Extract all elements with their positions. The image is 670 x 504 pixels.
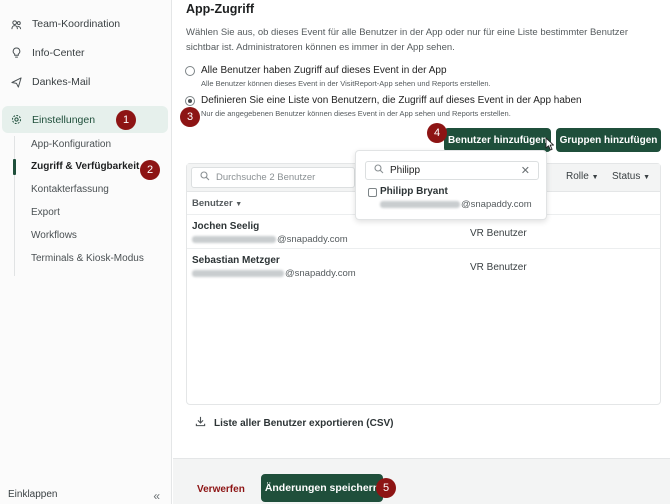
sidebar-item-einstellungen[interactable]: Einstellungen <box>2 106 168 133</box>
sidebar-item-label: Team-Koordination <box>32 18 121 30</box>
email-domain: @snapaddy.com <box>285 268 356 279</box>
search-icon <box>200 171 210 184</box>
footer-bar: Verwerfen Änderungen speichern <box>173 458 670 504</box>
sidebar-item-label: Einstellungen <box>32 113 96 126</box>
user-email: @snapaddy.com <box>192 268 356 279</box>
lightbulb-icon <box>8 47 24 59</box>
sort-caret-icon: ▼ <box>235 201 243 208</box>
add-group-button[interactable]: Gruppen hinzufügen <box>556 128 661 152</box>
user-search-input[interactable]: Durchsuche 2 Benutzer <box>191 167 355 188</box>
export-csv-link[interactable]: Liste aller Benutzer exportieren (CSV) <box>195 416 394 430</box>
add-user-dropdown: Philipp ✕ Philipp Bryant @snapaddy.com <box>355 150 547 220</box>
discard-button[interactable]: Verwerfen <box>197 484 245 495</box>
sidebar-item-dankes-mail[interactable]: Dankes-Mail <box>8 69 90 95</box>
step-badge-5: 5 <box>376 478 396 498</box>
filter-status[interactable]: Status ▼ <box>612 171 650 182</box>
step-badge-1: 1 <box>116 110 136 130</box>
step-badge-4: 4 <box>427 123 447 143</box>
sidebar-item-info-center[interactable]: Info-Center <box>8 40 85 66</box>
step-badge-3: 3 <box>180 107 200 127</box>
filter-label: Rolle <box>566 171 589 182</box>
user-name: Sebastian Metzger <box>192 255 280 266</box>
option-help: Alle Benutzer können dieses Event in der… <box>201 79 491 88</box>
filter-label: Status <box>612 171 641 182</box>
sidebar: Team-Koordination Info-Center Dankes-Mai… <box>0 0 172 504</box>
radio-user-list[interactable] <box>185 96 195 106</box>
column-header-benutzer[interactable]: Benutzer ▼ <box>192 198 242 209</box>
sidebar-item-label: Dankes-Mail <box>32 76 91 88</box>
option-help: Nur die angegebenen Benutzer können dies… <box>201 109 511 118</box>
submenu-line <box>14 136 15 276</box>
email-domain: @snapaddy.com <box>277 234 348 245</box>
user-email: @snapaddy.com <box>192 234 348 245</box>
send-icon <box>8 76 24 88</box>
sidebar-subitem-kontakterfassung[interactable]: Kontakterfassung <box>31 182 109 198</box>
sidebar-subitem-app-konfiguration[interactable]: App-Konfiguration <box>31 137 111 153</box>
step-badge-2: 2 <box>140 160 160 180</box>
download-icon <box>195 416 206 430</box>
result-name: Philipp Bryant <box>380 186 448 197</box>
section-title: App-Zugriff <box>186 2 255 16</box>
sidebar-item-label: Info-Center <box>32 47 85 59</box>
save-changes-button[interactable]: Änderungen speichern <box>261 474 383 502</box>
clear-search-icon[interactable]: ✕ <box>521 164 530 177</box>
caret-down-icon: ▼ <box>643 174 651 181</box>
user-role: VR Benutzer <box>470 228 527 239</box>
section-description: Wählen Sie aus, ob dieses Event für alle… <box>186 27 628 53</box>
sidebar-item-team-koordination[interactable]: Team-Koordination <box>8 11 120 37</box>
filter-rolle[interactable]: Rolle ▼ <box>566 171 599 182</box>
sidebar-subitem-zugriff[interactable]: Zugriff & Verfügbarkeit <box>31 159 139 175</box>
user-role: VR Benutzer <box>470 262 527 273</box>
search-icon <box>374 164 384 177</box>
radio-all-users[interactable] <box>185 66 195 76</box>
active-indicator <box>13 159 16 175</box>
table-row[interactable]: Sebastian Metzger @snapaddy.com VR Benut… <box>187 248 660 282</box>
column-label: Benutzer <box>192 198 233 209</box>
team-icon <box>8 19 24 30</box>
search-placeholder: Durchsuche 2 Benutzer <box>216 172 316 183</box>
collapse-sidebar-button[interactable]: Einklappen « <box>8 489 160 503</box>
option-label: Definieren Sie eine Liste von Benutzern,… <box>201 95 582 106</box>
result-checkbox[interactable] <box>368 188 377 197</box>
gear-icon <box>8 114 24 125</box>
option-user-list[interactable]: Definieren Sie eine Liste von Benutzern,… <box>185 94 582 119</box>
dropdown-search-input[interactable]: Philipp ✕ <box>365 161 539 180</box>
double-chevron-left-icon: « <box>153 489 160 503</box>
result-email: @snapaddy.com <box>380 199 532 210</box>
add-user-button[interactable]: Benutzer hinzufügen <box>444 128 551 152</box>
email-domain: @snapaddy.com <box>461 199 532 210</box>
sidebar-subitem-workflows[interactable]: Workflows <box>31 228 77 244</box>
user-name: Jochen Seelig <box>192 221 260 232</box>
sidebar-subitem-terminals[interactable]: Terminals & Kiosk-Modus <box>31 251 144 267</box>
dropdown-search-value: Philipp <box>390 165 421 176</box>
export-label: Liste aller Benutzer exportieren (CSV) <box>214 417 394 429</box>
mouse-cursor-icon <box>545 137 554 151</box>
option-label: Alle Benutzer haben Zugriff auf dieses E… <box>201 65 447 76</box>
collapse-label: Einklappen <box>8 489 58 500</box>
option-all-users[interactable]: Alle Benutzer haben Zugriff auf dieses E… <box>185 64 491 89</box>
main-content: App-Zugriff Wählen Sie aus, ob dieses Ev… <box>173 0 670 458</box>
sidebar-subitem-export[interactable]: Export <box>31 205 60 221</box>
caret-down-icon: ▼ <box>591 174 599 181</box>
